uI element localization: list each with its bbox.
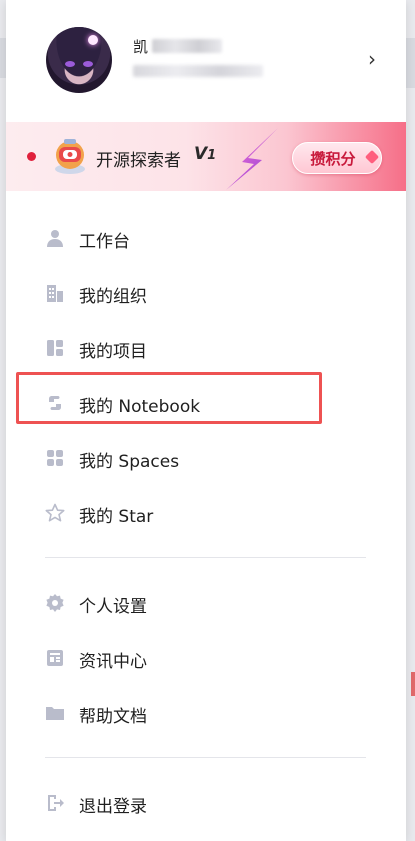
level-mark: V1	[194, 144, 217, 164]
background-mark	[411, 672, 415, 696]
menu-item-projects[interactable]: 我的项目	[6, 327, 406, 367]
menu-label: 工作台	[79, 232, 130, 252]
menu-item-organizations[interactable]: 我的组织	[6, 272, 406, 312]
notebook-icon	[49, 396, 61, 410]
chevron-right-icon[interactable]: ›	[368, 49, 380, 69]
menu-label: 个人设置	[79, 597, 147, 617]
spaces-icon	[47, 450, 63, 466]
banner-title: 开源探索者	[96, 151, 181, 171]
menu-divider	[45, 557, 366, 558]
news-icon	[47, 650, 63, 666]
profile-header[interactable]: 凯 ›	[6, 0, 406, 122]
gem-icon	[364, 149, 380, 165]
notification-dot	[27, 152, 36, 161]
username: 凯	[133, 37, 223, 56]
menu-label: 我的组织	[79, 287, 147, 307]
user-dropdown-panel: 凯 › 开源探索者 V1 攒积分 工作台 我的组织 我的项目 我的 Notebo…	[6, 0, 406, 841]
username-visible: 凯	[133, 37, 149, 56]
username-blurred	[152, 39, 223, 53]
project-icon	[47, 340, 63, 356]
earn-points-button[interactable]: 攒积分	[292, 142, 382, 174]
menu-divider	[45, 757, 366, 758]
menu-item-news[interactable]: 资讯中心	[6, 637, 406, 677]
menu-item-star[interactable]: 我的 Star	[6, 492, 406, 532]
menu-item-settings[interactable]: 个人设置	[6, 582, 406, 622]
menu-item-spaces[interactable]: 我的 Spaces	[6, 437, 406, 477]
background-edge-right	[405, 38, 415, 88]
menu-item-workbench[interactable]: 工作台	[6, 217, 406, 257]
folder-icon	[46, 707, 64, 720]
menu-item-logout[interactable]: 退出登录	[6, 782, 406, 822]
logout-icon	[48, 795, 64, 811]
lightning-icon	[226, 128, 278, 190]
menu-label: 退出登录	[79, 797, 147, 817]
explorer-banner[interactable]: 开源探索者 V1 攒积分	[6, 122, 406, 191]
user-subtitle-blurred	[133, 65, 263, 77]
menu-label: 我的 Spaces	[79, 452, 180, 472]
menu-label: 我的 Notebook	[79, 397, 201, 417]
menu-label: 我的项目	[79, 342, 147, 362]
person-icon	[47, 230, 63, 247]
menu-label: 资讯中心	[79, 652, 147, 672]
earn-points-label: 攒积分	[310, 149, 356, 168]
explorer-badge-icon	[55, 139, 85, 174]
menu-item-notebook[interactable]: 我的 Notebook	[6, 382, 406, 422]
menu-item-help[interactable]: 帮助文档	[6, 692, 406, 732]
star-icon	[45, 503, 65, 522]
menu-label: 帮助文档	[79, 707, 147, 727]
avatar[interactable]	[46, 27, 112, 93]
gear-icon	[46, 594, 64, 612]
building-icon	[47, 285, 63, 302]
menu-label: 我的 Star	[79, 507, 154, 527]
